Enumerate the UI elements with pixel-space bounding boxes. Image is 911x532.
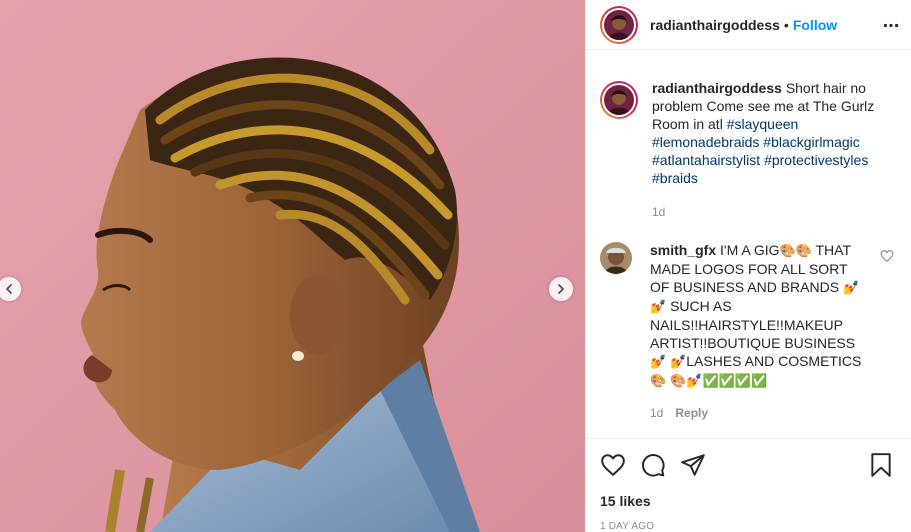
comment-icon[interactable] [640,452,666,478]
hashtag[interactable]: #blackgirlmagic [763,134,859,150]
comment-body: smith_gfx I'M A GIG🎨🎨 THAT MADE LOGOS FO… [650,241,862,422]
check-emoji: ✅ [702,373,719,388]
comment-text: SUCH AS NAILS!!HAIRSTYLE!!MAKEUP ARTIST!… [650,298,856,351]
author-avatar-image [604,9,634,40]
brush-emoji: 💅 [670,354,687,369]
comments-list[interactable]: radianthairgoddess Short hair no problem… [586,51,911,437]
brush-emoji: 💅 [650,354,667,369]
check-emoji: ✅ [734,373,752,388]
commenter-username[interactable]: smith_gfx [650,242,716,258]
reply-button[interactable]: Reply [675,404,708,422]
author-avatar[interactable] [600,5,638,44]
hashtag[interactable]: #protectivestyles [764,152,868,168]
post-photo [0,0,585,532]
bookmark-icon[interactable] [868,452,894,478]
brush-emoji: 💅 [650,299,667,314]
comment-meta: 1d Reply [650,404,862,422]
action-icons [600,451,898,479]
caption-timestamp[interactable]: 1d [652,203,884,221]
chevron-right-icon [558,284,564,294]
paper-plane-icon[interactable] [680,452,706,478]
comment-like-heart-icon[interactable] [880,249,894,263]
separator-dot: • [783,16,789,33]
more-horizontal-icon [883,23,899,27]
likes-count[interactable]: 15 likes [600,493,898,509]
check-emoji: ✅ [718,373,735,388]
caption-author-avatar[interactable] [600,81,638,119]
palette-emoji: 🎨 [779,243,796,258]
palette-emoji: 🎨 [670,373,687,388]
brush-emoji: 💅 [842,280,860,295]
caption-author[interactable]: radianthairgoddess [652,80,782,96]
hashtag[interactable]: #atlantahairstylist [652,152,760,168]
brush-emoji: 💅 [686,373,703,388]
follow-button[interactable]: Follow [793,17,837,33]
more-options-button[interactable] [881,15,901,35]
post-header: radianthairgoddess • Follow [586,0,911,50]
post-side-panel: radianthairgoddess • Follow radianthairg… [585,0,911,532]
commenter-avatar-image [600,242,632,274]
palette-emoji: 🎨 [650,373,667,388]
post-caption: radianthairgoddess Short hair no problem… [600,79,896,221]
comment-item: smith_gfx I'M A GIG🎨🎨 THAT MADE LOGOS FO… [600,241,896,422]
heart-icon[interactable] [600,452,626,478]
caption-body: radianthairgoddess Short hair no problem… [652,79,884,221]
comment-text: LASHES AND COSMETICS [686,353,862,369]
hashtag[interactable]: #braids [652,170,698,186]
post-actions: 15 likes 1 DAY AGO [586,438,911,532]
chevron-left-icon [6,284,12,294]
caption-avatar-image [604,85,634,115]
hashtag[interactable]: #lemonadebraids [652,134,759,150]
post-date[interactable]: 1 DAY AGO [600,521,898,532]
hashtag[interactable]: #slayqueen [727,116,799,132]
post-media[interactable] [0,0,585,532]
palette-emoji: 🎨 [795,243,812,258]
comment-text: I'M A GIG [720,242,780,258]
check-emoji: ✅ [751,373,768,388]
commenter-avatar[interactable] [600,242,632,274]
author-username[interactable]: radianthairgoddess [650,17,780,33]
next-media-button[interactable] [549,277,573,301]
comment-timestamp[interactable]: 1d [650,404,663,422]
